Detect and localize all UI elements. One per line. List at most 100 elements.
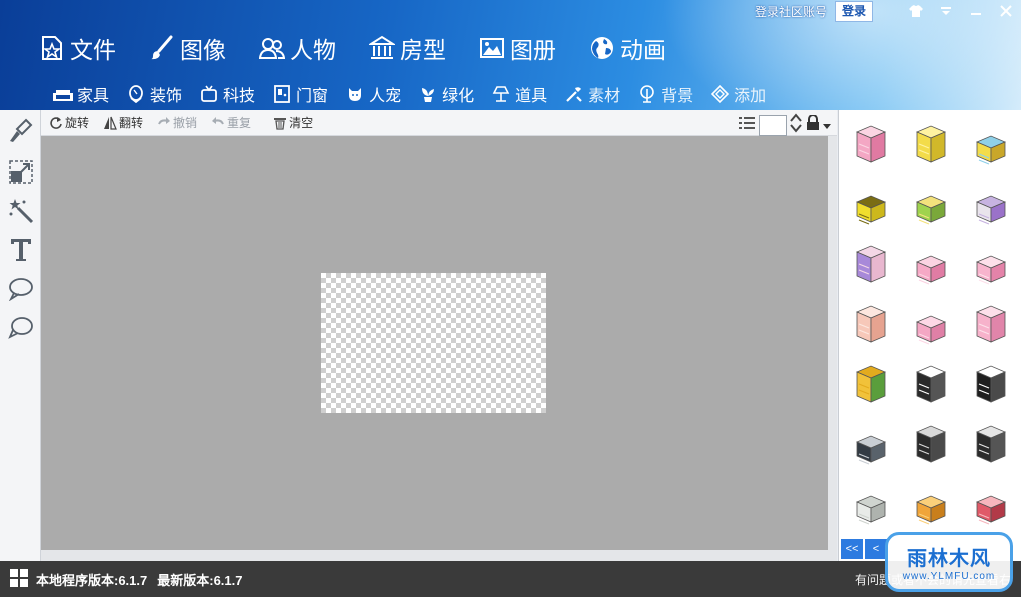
furniture-item[interactable]	[961, 294, 1021, 354]
prev-page-button[interactable]: <	[865, 539, 887, 559]
menu-animation-label: 动画	[620, 37, 666, 63]
stepper-icon[interactable]	[790, 113, 802, 138]
layer-list-icon[interactable]	[738, 115, 756, 136]
furniture-item[interactable]	[901, 354, 961, 414]
furniture-thumbnail-icon	[915, 315, 947, 345]
category-props-label: 道具	[515, 88, 548, 105]
layer-order-input[interactable]	[759, 115, 787, 136]
menu-album[interactable]: 图册	[478, 30, 556, 66]
furniture-item[interactable]	[901, 414, 961, 474]
flip-button[interactable]: 翻转	[103, 114, 143, 131]
menu-floorplan-label: 房型	[400, 37, 446, 63]
category-furniture[interactable]: 家具	[52, 82, 109, 106]
layer-controls	[738, 113, 831, 138]
furniture-item[interactable]	[841, 474, 901, 534]
category-tech[interactable]: 科技	[198, 82, 255, 106]
first-page-button[interactable]: <<	[841, 539, 863, 559]
furniture-item[interactable]	[841, 114, 901, 174]
globe-icon	[588, 34, 616, 62]
furniture-thumbnail-icon	[975, 135, 1007, 165]
category-background[interactable]: 背景	[636, 82, 693, 106]
furniture-item[interactable]	[841, 174, 901, 234]
furniture-item[interactable]	[961, 414, 1021, 474]
menu-floorplan[interactable]: 房型	[368, 30, 446, 66]
resize-tool-button[interactable]	[0, 152, 41, 191]
menu-people[interactable]: 人物	[258, 30, 336, 66]
category-background-label: 背景	[661, 88, 694, 105]
menu-dropdown-icon[interactable]	[931, 0, 961, 22]
furniture-thumbnail-icon	[975, 495, 1007, 525]
furniture-item[interactable]	[901, 474, 961, 534]
category-menu: 家具 装饰 科技 门窗 人宠 绿化 道具 素材 背景 添加	[52, 82, 782, 106]
lock-icon[interactable]	[806, 114, 820, 136]
category-doors-windows-label: 门窗	[296, 88, 329, 105]
furniture-item[interactable]	[961, 474, 1021, 534]
furniture-item[interactable]	[961, 114, 1021, 174]
lock-dropdown-icon[interactable]	[823, 117, 831, 135]
login-button[interactable]: 登录	[834, 0, 873, 22]
menu-image[interactable]: 图像	[148, 30, 226, 66]
transparent-artboard[interactable]	[321, 273, 546, 413]
edit-toolbar: 旋转 翻转 撤销 重复 清空	[41, 110, 837, 136]
speech-bubble-button[interactable]	[0, 269, 41, 308]
text-tool-button[interactable]	[0, 230, 41, 269]
thought-bubble-button[interactable]	[0, 308, 41, 347]
furniture-item[interactable]	[841, 354, 901, 414]
furniture-item[interactable]	[901, 234, 961, 294]
windows-grid-icon[interactable]	[10, 568, 28, 590]
pet-icon	[344, 84, 366, 104]
window-controls: 登录社区账号 登录	[755, 0, 1021, 22]
undo-button[interactable]: 撤销	[157, 114, 197, 131]
menu-image-label: 图像	[180, 37, 226, 63]
clear-button[interactable]: 清空	[273, 114, 313, 131]
furniture-item[interactable]	[841, 234, 901, 294]
lamp-icon	[490, 84, 512, 104]
login-community-link[interactable]: 登录社区账号	[755, 3, 827, 20]
rotate-icon	[49, 116, 63, 130]
design-canvas[interactable]	[41, 136, 828, 550]
picture-icon	[478, 34, 506, 62]
furniture-thumbnail-icon	[855, 435, 887, 465]
category-props[interactable]: 道具	[490, 82, 547, 106]
furniture-thumbnail-icon	[855, 305, 887, 343]
furniture-thumbnail-icon	[855, 125, 887, 163]
resize-tool-icon	[8, 159, 33, 184]
furniture-item[interactable]	[901, 294, 961, 354]
redo-button[interactable]: 重复	[211, 114, 251, 131]
category-tech-label: 科技	[223, 88, 256, 105]
furniture-item[interactable]	[841, 414, 901, 474]
canvas-horizontal-scrollbar[interactable]	[41, 550, 828, 561]
category-add[interactable]: 添加	[709, 82, 766, 106]
furniture-item[interactable]	[961, 354, 1021, 414]
menu-file[interactable]: 文件	[38, 30, 116, 66]
category-doors-windows[interactable]: 门窗	[271, 82, 328, 106]
people-icon	[258, 34, 286, 62]
item-grid	[841, 114, 1021, 534]
text-tool-icon	[10, 238, 31, 261]
category-decoration[interactable]: 装饰	[125, 82, 182, 106]
category-greenery[interactable]: 绿化	[417, 82, 474, 106]
close-icon[interactable]	[991, 0, 1021, 22]
category-greenery-label: 绿化	[442, 88, 475, 105]
category-people-pets[interactable]: 人宠	[344, 82, 401, 106]
undo-label: 撤销	[173, 116, 198, 130]
main-menu: 文件 图像 人物 房型 图册 动画	[38, 30, 698, 66]
furniture-item[interactable]	[901, 114, 961, 174]
furniture-item[interactable]	[841, 294, 901, 354]
category-add-label: 添加	[734, 88, 767, 105]
brush-tool-button[interactable]	[0, 110, 41, 152]
magic-wand-button[interactable]	[0, 191, 41, 230]
building-icon	[368, 34, 396, 62]
latest-version-text: 最新版本:6.1.7	[157, 572, 243, 588]
menu-animation[interactable]: 动画	[588, 30, 666, 66]
category-materials[interactable]: 素材	[563, 82, 620, 106]
skin-icon[interactable]	[901, 0, 931, 22]
canvas-vertical-scrollbar[interactable]	[828, 136, 837, 561]
furniture-item[interactable]	[901, 174, 961, 234]
furniture-item[interactable]	[961, 234, 1021, 294]
tree-icon	[636, 84, 658, 104]
furniture-thumbnail-icon	[855, 495, 887, 525]
rotate-button[interactable]: 旋转	[49, 114, 89, 131]
furniture-item[interactable]	[961, 174, 1021, 234]
minimize-icon[interactable]	[961, 0, 991, 22]
